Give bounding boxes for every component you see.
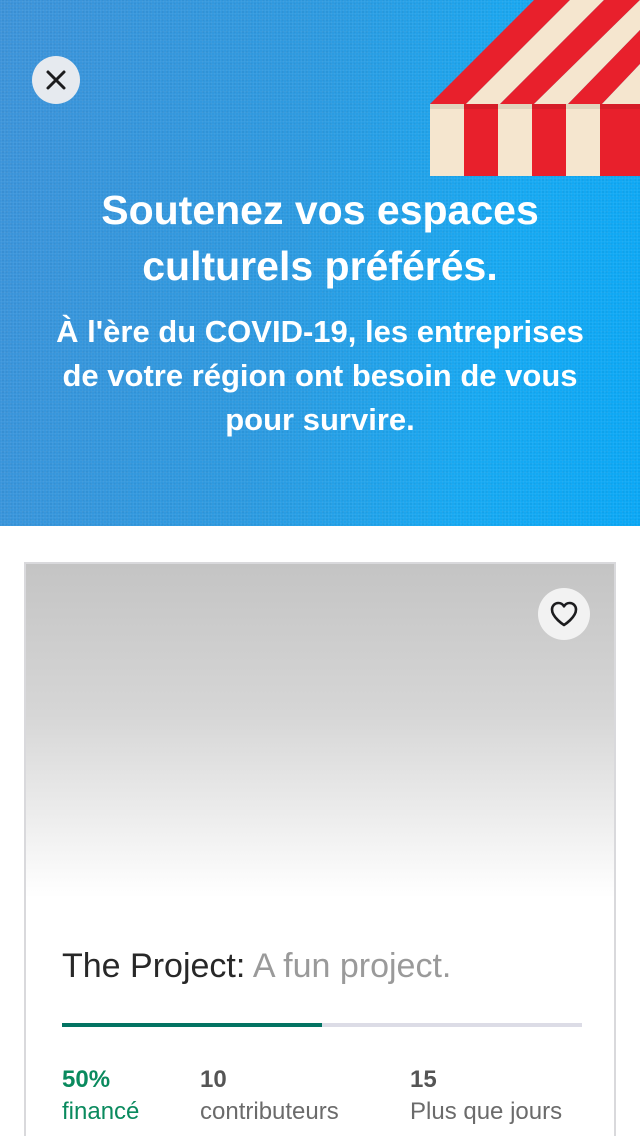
project-image[interactable] — [26, 564, 614, 898]
stat-backers-value: 10 — [200, 1066, 227, 1093]
hero-title: Soutenez vos espaces culturels préférés. — [101, 187, 539, 289]
close-button[interactable] — [32, 56, 80, 104]
stat-backers-label: contributeurs — [200, 1098, 339, 1125]
hero-banner: Soutenez vos espaces culturels préférés.… — [0, 0, 640, 526]
project-name: The Project: — [62, 947, 246, 985]
awning-illustration — [430, 0, 640, 176]
funding-progress-fill — [62, 1023, 322, 1027]
stat-days: 15 Plus que jours — [410, 1064, 562, 1128]
project-stats: 50% financé 10 contributeurs 15 Plus que… — [62, 1064, 602, 1136]
stat-backers: 10 contributeurs — [200, 1064, 339, 1128]
project-card[interactable]: The Project: A fun project. 50% financé … — [24, 562, 616, 1136]
stat-days-label: Plus que jours — [410, 1098, 563, 1125]
hero-subtitle: À l'ère du COVID-19, les entreprises de … — [56, 314, 584, 437]
stat-funded-value: 50% — [62, 1066, 111, 1093]
stat-funded-label: financé — [62, 1098, 140, 1125]
close-icon — [46, 70, 66, 90]
project-title[interactable]: The Project: A fun project. — [62, 944, 582, 988]
favorite-button[interactable] — [538, 588, 590, 640]
heart-outline-icon — [550, 601, 578, 627]
project-page: Soutenez vos espaces culturels préférés.… — [0, 0, 640, 1136]
stat-funded: 50% financé — [62, 1064, 139, 1128]
funding-progress-bar — [62, 1023, 582, 1027]
project-blurb: A fun project. — [245, 947, 452, 985]
stat-days-value: 15 — [410, 1066, 437, 1093]
